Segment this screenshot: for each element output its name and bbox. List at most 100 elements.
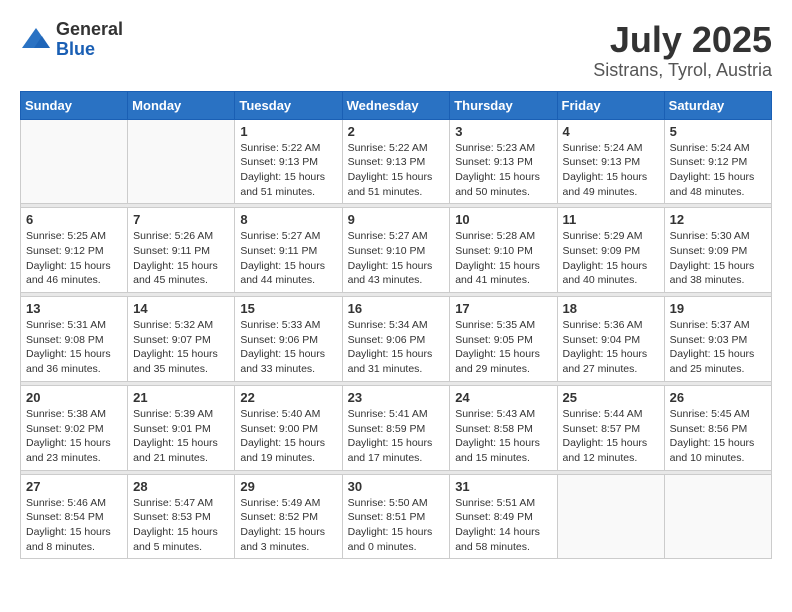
day-number: 7 (133, 212, 229, 227)
day-info: Sunrise: 5:35 AM Sunset: 9:05 PM Dayligh… (455, 318, 551, 377)
day-number: 25 (563, 390, 659, 405)
day-number: 11 (563, 212, 659, 227)
day-info: Sunrise: 5:43 AM Sunset: 8:58 PM Dayligh… (455, 407, 551, 466)
calendar-header-wednesday: Wednesday (342, 91, 450, 119)
day-info: Sunrise: 5:22 AM Sunset: 9:13 PM Dayligh… (348, 141, 445, 200)
day-info: Sunrise: 5:31 AM Sunset: 9:08 PM Dayligh… (26, 318, 122, 377)
calendar-cell: 19 Sunrise: 5:37 AM Sunset: 9:03 PM Dayli… (664, 297, 771, 382)
day-number: 12 (670, 212, 766, 227)
calendar-cell: 22Sunrise: 5:40 AM Sunset: 9:00 PM Dayli… (235, 385, 342, 470)
day-info: Sunrise: 5:34 AM Sunset: 9:06 PM Dayligh… (348, 318, 445, 377)
calendar-cell: 9 Sunrise: 5:27 AM Sunset: 9:10 PM Daylig… (342, 208, 450, 293)
logo: General Blue (20, 20, 123, 60)
day-number: 1 (240, 124, 336, 139)
day-number: 13 (26, 301, 122, 316)
day-info: Sunrise: 5:50 AM Sunset: 8:51 PM Dayligh… (348, 496, 445, 555)
calendar-cell: 4Sunrise: 5:24 AM Sunset: 9:13 PM Daylig… (557, 119, 664, 204)
calendar-header-sunday: Sunday (21, 91, 128, 119)
calendar-cell: 16 Sunrise: 5:34 AM Sunset: 9:06 PM Dayli… (342, 297, 450, 382)
calendar-cell: 30Sunrise: 5:50 AM Sunset: 8:51 PM Dayli… (342, 474, 450, 559)
calendar-cell: 2 Sunrise: 5:22 AM Sunset: 9:13 PM Daylig… (342, 119, 450, 204)
day-info: Sunrise: 5:27 AM Sunset: 9:11 PM Dayligh… (240, 229, 336, 288)
calendar-cell: 3Sunrise: 5:23 AM Sunset: 9:13 PM Daylig… (450, 119, 557, 204)
calendar-cell: 21 Sunrise: 5:39 AM Sunset: 9:01 PM Dayli… (128, 385, 235, 470)
day-info: Sunrise: 5:51 AM Sunset: 8:49 PM Dayligh… (455, 496, 551, 555)
day-info: Sunrise: 5:45 AM Sunset: 8:56 PM Dayligh… (670, 407, 766, 466)
day-info: Sunrise: 5:22 AM Sunset: 9:13 PM Dayligh… (240, 141, 336, 200)
day-number: 20 (26, 390, 122, 405)
calendar-week-1: 1 Sunrise: 5:22 AM Sunset: 9:13 PM Daylig… (21, 119, 772, 204)
calendar-header-monday: Monday (128, 91, 235, 119)
day-number: 31 (455, 479, 551, 494)
calendar-header-thursday: Thursday (450, 91, 557, 119)
day-info: Sunrise: 5:44 AM Sunset: 8:57 PM Dayligh… (563, 407, 659, 466)
calendar-week-2: 6 Sunrise: 5:25 AM Sunset: 9:12 PM Daylig… (21, 208, 772, 293)
calendar-header-row: SundayMondayTuesdayWednesdayThursdayFrid… (21, 91, 772, 119)
calendar-cell: 5 Sunrise: 5:24 AM Sunset: 9:12 PM Daylig… (664, 119, 771, 204)
day-info: Sunrise: 5:24 AM Sunset: 9:13 PM Dayligh… (563, 141, 659, 200)
day-info: Sunrise: 5:32 AM Sunset: 9:07 PM Dayligh… (133, 318, 229, 377)
calendar-cell: 12Sunrise: 5:30 AM Sunset: 9:09 PM Dayli… (664, 208, 771, 293)
day-info: Sunrise: 5:46 AM Sunset: 8:54 PM Dayligh… (26, 496, 122, 555)
day-number: 23 (348, 390, 445, 405)
calendar-cell: 1 Sunrise: 5:22 AM Sunset: 9:13 PM Daylig… (235, 119, 342, 204)
calendar-cell: 20 Sunrise: 5:38 AM Sunset: 9:02 PM Dayli… (21, 385, 128, 470)
day-info: Sunrise: 5:25 AM Sunset: 9:12 PM Dayligh… (26, 229, 122, 288)
logo-text: General Blue (56, 20, 123, 60)
calendar-cell: 14 Sunrise: 5:32 AM Sunset: 9:07 PM Dayli… (128, 297, 235, 382)
day-info: Sunrise: 5:38 AM Sunset: 9:02 PM Dayligh… (26, 407, 122, 466)
calendar-cell (128, 119, 235, 204)
day-number: 5 (670, 124, 766, 139)
day-number: 27 (26, 479, 122, 494)
day-info: Sunrise: 5:27 AM Sunset: 9:10 PM Dayligh… (348, 229, 445, 288)
day-info: Sunrise: 5:33 AM Sunset: 9:06 PM Dayligh… (240, 318, 336, 377)
day-number: 14 (133, 301, 229, 316)
calendar-cell: 6 Sunrise: 5:25 AM Sunset: 9:12 PM Daylig… (21, 208, 128, 293)
calendar-cell: 24Sunrise: 5:43 AM Sunset: 8:58 PM Dayli… (450, 385, 557, 470)
day-number: 17 (455, 301, 551, 316)
day-info: Sunrise: 5:28 AM Sunset: 9:10 PM Dayligh… (455, 229, 551, 288)
day-number: 16 (348, 301, 445, 316)
day-number: 26 (670, 390, 766, 405)
day-info: Sunrise: 5:26 AM Sunset: 9:11 PM Dayligh… (133, 229, 229, 288)
day-info: Sunrise: 5:41 AM Sunset: 8:59 PM Dayligh… (348, 407, 445, 466)
day-number: 2 (348, 124, 445, 139)
calendar-cell: 28 Sunrise: 5:47 AM Sunset: 8:53 PM Dayli… (128, 474, 235, 559)
day-info: Sunrise: 5:47 AM Sunset: 8:53 PM Dayligh… (133, 496, 229, 555)
calendar-cell: 13 Sunrise: 5:31 AM Sunset: 9:08 PM Dayli… (21, 297, 128, 382)
calendar-week-5: 27 Sunrise: 5:46 AM Sunset: 8:54 PM Dayli… (21, 474, 772, 559)
day-number: 10 (455, 212, 551, 227)
day-info: Sunrise: 5:36 AM Sunset: 9:04 PM Dayligh… (563, 318, 659, 377)
day-info: Sunrise: 5:29 AM Sunset: 9:09 PM Dayligh… (563, 229, 659, 288)
day-number: 19 (670, 301, 766, 316)
calendar-cell: 8Sunrise: 5:27 AM Sunset: 9:11 PM Daylig… (235, 208, 342, 293)
calendar-header-tuesday: Tuesday (235, 91, 342, 119)
logo-blue: Blue (56, 40, 123, 60)
day-number: 15 (240, 301, 336, 316)
day-number: 6 (26, 212, 122, 227)
calendar-cell: 26 Sunrise: 5:45 AM Sunset: 8:56 PM Dayli… (664, 385, 771, 470)
logo-general: General (56, 20, 123, 40)
day-info: Sunrise: 5:37 AM Sunset: 9:03 PM Dayligh… (670, 318, 766, 377)
title-section: July 2025 Sistrans, Tyrol, Austria (593, 20, 772, 81)
calendar-cell: 15 Sunrise: 5:33 AM Sunset: 9:06 PM Dayli… (235, 297, 342, 382)
day-number: 9 (348, 212, 445, 227)
calendar-header-friday: Friday (557, 91, 664, 119)
day-number: 29 (240, 479, 336, 494)
month-year-title: July 2025 (593, 20, 772, 60)
calendar-cell: 25 Sunrise: 5:44 AM Sunset: 8:57 PM Dayli… (557, 385, 664, 470)
day-number: 28 (133, 479, 229, 494)
page-header: General Blue July 2025 Sistrans, Tyrol, … (20, 20, 772, 81)
day-info: Sunrise: 5:24 AM Sunset: 9:12 PM Dayligh… (670, 141, 766, 200)
calendar-table: SundayMondayTuesdayWednesdayThursdayFrid… (20, 91, 772, 560)
calendar-cell (557, 474, 664, 559)
calendar-week-4: 20 Sunrise: 5:38 AM Sunset: 9:02 PM Dayli… (21, 385, 772, 470)
calendar-cell: 23 Sunrise: 5:41 AM Sunset: 8:59 PM Dayli… (342, 385, 450, 470)
day-number: 21 (133, 390, 229, 405)
calendar-cell: 31 Sunrise: 5:51 AM Sunset: 8:49 PM Dayli… (450, 474, 557, 559)
calendar-cell: 10 Sunrise: 5:28 AM Sunset: 9:10 PM Dayli… (450, 208, 557, 293)
day-info: Sunrise: 5:39 AM Sunset: 9:01 PM Dayligh… (133, 407, 229, 466)
day-number: 18 (563, 301, 659, 316)
calendar-week-3: 13 Sunrise: 5:31 AM Sunset: 9:08 PM Dayli… (21, 297, 772, 382)
calendar-cell: 11 Sunrise: 5:29 AM Sunset: 9:09 PM Dayli… (557, 208, 664, 293)
